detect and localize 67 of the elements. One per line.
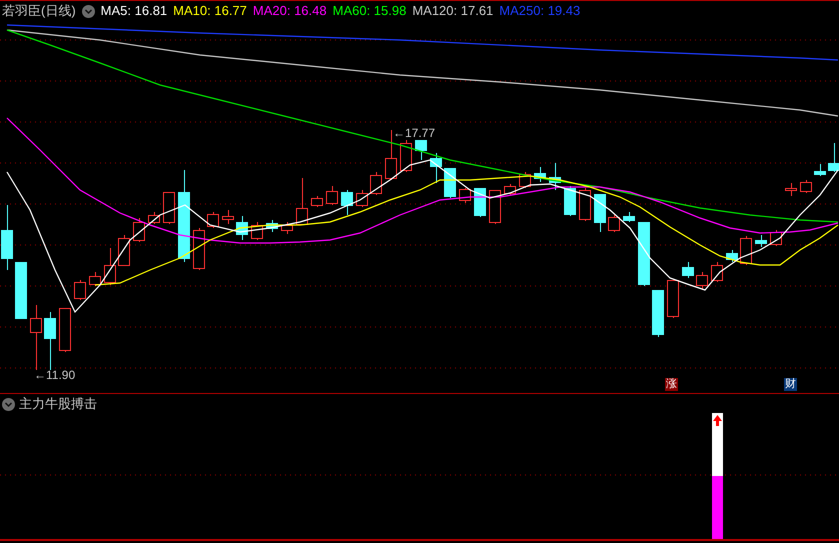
- low-price-label: ←11.90: [34, 368, 76, 382]
- candlestick: [207, 212, 219, 228]
- candlestick: [266, 220, 278, 232]
- candlestick: [667, 280, 679, 318]
- event-marker[interactable]: 财: [784, 378, 797, 391]
- stock-title: 若羽臣(日线): [2, 2, 76, 20]
- moving-average-legend: MA10: 16.77: [173, 2, 247, 20]
- candlestick: [148, 212, 160, 224]
- candlestick: [296, 178, 308, 226]
- candlestick: [459, 188, 471, 204]
- candlestick: [638, 222, 650, 286]
- candlestick: [564, 186, 576, 216]
- candlestick: [118, 234, 130, 266]
- candlestick: [652, 290, 664, 338]
- candlestick: [579, 188, 591, 222]
- up-arrow-icon: [713, 415, 722, 426]
- candlestick: [236, 216, 248, 240]
- candlestick: [534, 166, 546, 182]
- candlestick: [30, 304, 42, 370]
- high-price-label: ←17.77: [393, 126, 436, 140]
- candlestick: [59, 308, 71, 352]
- candlestick: [623, 212, 635, 222]
- candlestick: [163, 192, 175, 224]
- candlestick: [740, 236, 752, 266]
- candlestick: [356, 190, 368, 208]
- moving-average-legend: MA20: 16.48: [252, 2, 327, 20]
- candlestick: [489, 190, 501, 224]
- candlestick: [430, 152, 442, 184]
- candlestick: [608, 214, 620, 232]
- indicator-title: 主力牛股搏击: [19, 395, 97, 413]
- candlestick: [711, 262, 723, 282]
- event-marker[interactable]: 涨: [665, 378, 678, 391]
- moving-average-legend: MA120: 17.61: [412, 2, 494, 20]
- candlestick: [133, 218, 145, 242]
- candlestick: [504, 184, 516, 196]
- candlestick: [828, 142, 839, 172]
- candlestick: [400, 140, 412, 172]
- candlestick: [682, 262, 694, 278]
- candlestick: [755, 234, 767, 248]
- candlestick: [15, 262, 27, 319]
- candlestick: [104, 248, 116, 286]
- candlestick: [800, 180, 812, 194]
- candlestick: [222, 210, 234, 224]
- candlestick: [281, 222, 293, 234]
- candlestick: [785, 182, 797, 196]
- candlestick: [311, 196, 323, 208]
- candlestick: [594, 194, 606, 232]
- candlestick: [44, 312, 56, 370]
- candlestick: [474, 188, 486, 218]
- candlestick: [89, 272, 101, 286]
- dropdown-icon[interactable]: [2, 398, 15, 410]
- candlestick: [549, 162, 561, 190]
- candlestick: [444, 168, 456, 198]
- moving-average-legend: MA5: 16.81: [100, 2, 168, 20]
- candlestick: [726, 250, 738, 262]
- dropdown-icon[interactable]: [82, 4, 95, 18]
- moving-average-legend: MA60: 15.98: [332, 2, 406, 20]
- candlestick: [370, 172, 382, 196]
- candlestick: [1, 204, 13, 270]
- candlestick: [341, 190, 353, 216]
- candlestick: [74, 280, 86, 300]
- candlestick: [696, 272, 708, 290]
- candlestick: [814, 164, 826, 176]
- candlestick: [193, 228, 205, 270]
- candlestick: [385, 130, 397, 180]
- moving-average-legend: MA250: 19.43: [499, 2, 580, 20]
- candlestick: [326, 186, 338, 206]
